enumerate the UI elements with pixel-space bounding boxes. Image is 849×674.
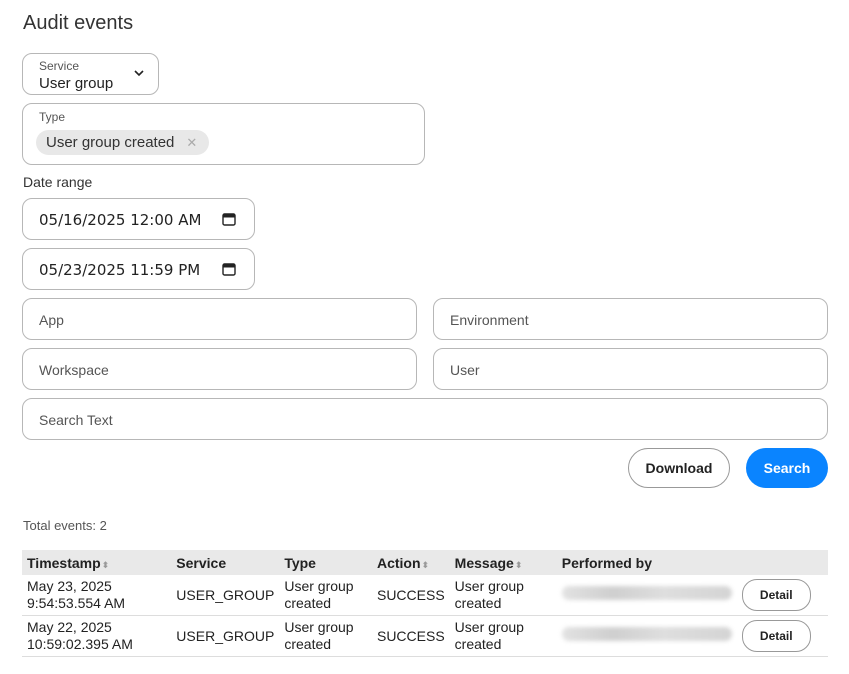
app-placeholder: App <box>39 312 64 328</box>
type-text: User group <box>284 619 354 635</box>
type-text: User group <box>284 578 354 594</box>
timestamp-date: May 23, 2025 <box>27 578 112 594</box>
table-row: May 22, 2025 10:59:02.395 AM USER_GROUP U… <box>22 615 828 657</box>
audit-events-page: Audit events Service User group Type Use… <box>0 0 849 674</box>
type-select[interactable]: Type User group created ✕ <box>22 103 425 165</box>
workspace-placeholder: Workspace <box>39 362 109 378</box>
cell-action: SUCCESS <box>371 575 450 616</box>
environment-input[interactable]: Environment <box>433 298 828 340</box>
column-label: Service <box>176 554 227 571</box>
type-text: created <box>284 636 332 652</box>
column-header-type: Type <box>279 550 372 575</box>
cell-message: User group created <box>449 575 557 616</box>
cell-message: User group created <box>449 615 557 657</box>
sort-icon[interactable]: ⬍ <box>515 560 523 570</box>
cell-service: USER_GROUP <box>171 575 280 616</box>
column-label: Type <box>284 554 316 571</box>
search-text-placeholder: Search Text <box>39 412 113 428</box>
column-header-timestamp[interactable]: Timestamp⬍ <box>22 550 171 575</box>
cell-type: User group created <box>279 575 372 616</box>
start-date-input[interactable]: 05/16/2025 12:00 AM <box>22 198 255 240</box>
cell-detail: Detail <box>736 575 828 616</box>
environment-placeholder: Environment <box>450 312 529 328</box>
download-button[interactable]: Download <box>628 448 730 488</box>
column-header-action[interactable]: Action⬍ <box>372 550 450 575</box>
message-text: User group <box>454 619 524 635</box>
cell-detail: Detail <box>736 615 828 657</box>
redacted-user <box>561 586 732 600</box>
search-button[interactable]: Search <box>746 448 828 488</box>
table-row: May 23, 2025 9:54:53.554 AM USER_GROUP Us… <box>22 575 828 616</box>
column-header-performed-by: Performed by <box>557 550 737 575</box>
message-text: User group <box>454 578 524 594</box>
search-text-input[interactable]: Search Text <box>22 398 828 440</box>
column-label: Action <box>376 554 421 571</box>
service-select[interactable]: Service User group <box>22 53 159 95</box>
app-input[interactable]: App <box>22 298 417 340</box>
user-placeholder: User <box>450 362 480 378</box>
column-header-message[interactable]: Message⬍ <box>450 550 557 575</box>
sort-icon[interactable]: ⬍ <box>422 560 430 570</box>
workspace-input[interactable]: Workspace <box>22 348 417 390</box>
timestamp-time: 9:54:53.554 AM <box>27 595 126 611</box>
start-date-value: 05/16/2025 12:00 AM <box>39 211 202 229</box>
column-label: Performed by <box>561 554 653 571</box>
type-text: created <box>284 595 332 611</box>
cell-timestamp: May 22, 2025 10:59:02.395 AM <box>22 615 172 657</box>
end-date-input[interactable]: 05/23/2025 11:59 PM <box>22 248 255 290</box>
total-events: Total events: 2 <box>23 518 107 533</box>
end-date-value: 05/23/2025 11:59 PM <box>39 261 201 279</box>
events-table: Timestamp⬍ Service Type Action⬍ Message⬍… <box>22 550 828 657</box>
chevron-down-icon <box>134 70 144 77</box>
type-label: Type <box>39 110 66 124</box>
detail-button[interactable]: Detail <box>741 579 811 611</box>
column-header-actions <box>737 550 828 575</box>
calendar-icon[interactable] <box>222 262 236 276</box>
close-icon[interactable]: ✕ <box>186 135 197 151</box>
cell-action: SUCCESS <box>371 615 450 657</box>
timestamp-date: May 22, 2025 <box>27 619 112 635</box>
cell-service: USER_GROUP <box>171 615 280 657</box>
message-text: created <box>454 636 502 652</box>
cell-performed-by <box>556 615 737 657</box>
column-label: Message <box>454 554 514 571</box>
message-text: created <box>454 595 502 611</box>
sort-icon[interactable]: ⬍ <box>102 560 110 570</box>
service-label: Service <box>39 59 80 73</box>
type-chip: User group created ✕ <box>36 130 210 155</box>
detail-button[interactable]: Detail <box>741 620 811 652</box>
timestamp-time: 10:59:02.395 AM <box>27 636 133 652</box>
service-value: User group <box>39 75 114 92</box>
page-title: Audit events <box>23 12 134 34</box>
cell-type: User group created <box>279 615 372 657</box>
cell-performed-by <box>556 575 737 616</box>
calendar-icon[interactable] <box>222 212 236 226</box>
cell-timestamp: May 23, 2025 9:54:53.554 AM <box>22 575 172 616</box>
type-chip-label: User group created <box>46 134 175 151</box>
user-input[interactable]: User <box>433 348 828 390</box>
redacted-user <box>561 627 732 641</box>
table-header-row: Timestamp⬍ Service Type Action⬍ Message⬍… <box>22 550 828 575</box>
column-header-service: Service <box>171 550 279 575</box>
date-range-label: Date range <box>23 174 93 190</box>
column-label: Timestamp <box>27 554 101 571</box>
